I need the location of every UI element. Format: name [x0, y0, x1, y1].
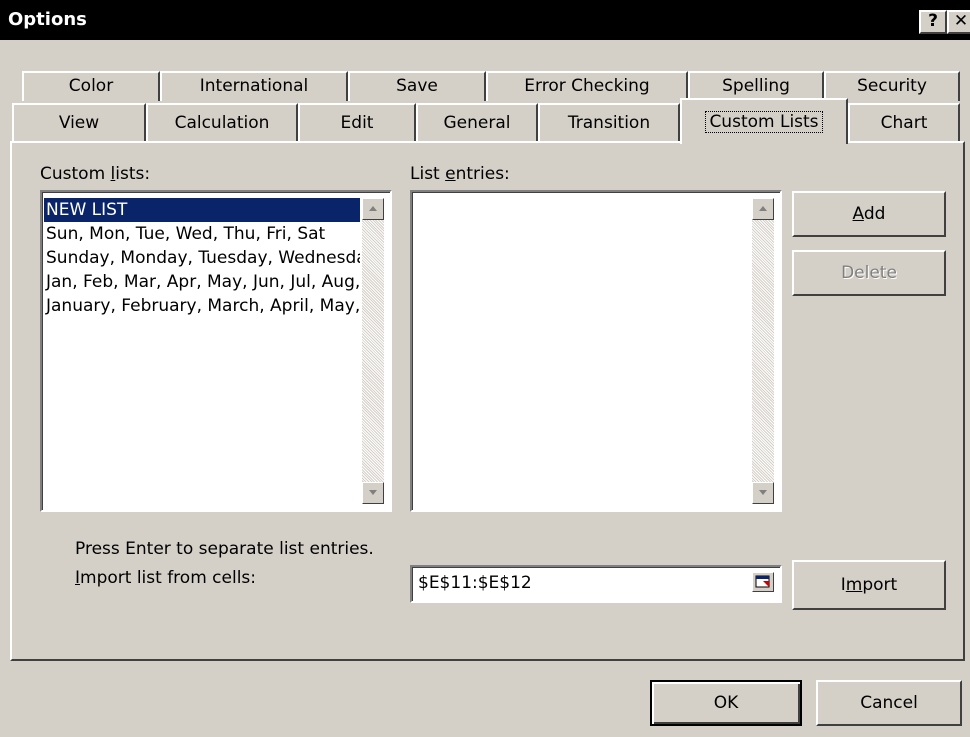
tab-international[interactable]: International	[160, 71, 348, 101]
custom-list-item[interactable]: Sunday, Monday, Tuesday, Wednesday, Thur…	[44, 246, 360, 270]
custom-lists-label-pre: Custom	[40, 164, 111, 184]
range-collapse-icon	[755, 575, 770, 588]
cancel-button[interactable]: Cancel	[816, 680, 962, 726]
tab-view[interactable]: View	[12, 103, 146, 141]
tab-custom-lists-label: Custom Lists	[705, 111, 823, 133]
scroll-down-icon	[369, 490, 377, 495]
scroll-down-icon	[759, 490, 767, 495]
tab-calculation[interactable]: Calculation	[146, 103, 298, 141]
scroll-up-icon	[759, 206, 767, 211]
tab-security[interactable]: Security	[824, 71, 960, 101]
help-button[interactable]: ?	[919, 10, 947, 34]
tab-edit[interactable]: Edit	[298, 103, 416, 141]
custom-list-item[interactable]: January, February, March, April, May, Ju…	[44, 294, 360, 318]
list-entries-label-post: ntries:	[455, 164, 510, 184]
custom-list-item[interactable]: NEW LIST	[44, 198, 360, 222]
title-bar: Options ? ✕	[0, 0, 970, 40]
tab-transition[interactable]: Transition	[538, 103, 680, 141]
custom-list-item[interactable]: Jan, Feb, Mar, Apr, May, Jun, Jul, Aug, …	[44, 270, 360, 294]
tab-color[interactable]: Color	[22, 71, 160, 101]
tab-error-checking[interactable]: Error Checking	[486, 71, 688, 101]
import-cells-input[interactable]: $E$11:$E$12	[410, 565, 782, 603]
scroll-up-button[interactable]	[752, 198, 774, 220]
list-entries-label: List entries:	[410, 164, 510, 184]
scroll-down-button[interactable]	[752, 482, 774, 504]
import-cells-label-rest: mport list from cells:	[80, 568, 257, 588]
list-entries-textarea[interactable]	[410, 190, 782, 512]
custom-lists-label: Custom lists:	[40, 164, 150, 184]
separate-entries-hint: Press Enter to separate list entries.	[75, 539, 374, 559]
tab-custom-lists[interactable]: Custom Lists	[680, 98, 848, 144]
add-button-rest: dd	[863, 204, 886, 224]
add-button-key: A	[852, 204, 864, 224]
import-button-key: m	[845, 575, 863, 595]
list-entries-label-pre: List	[410, 164, 446, 184]
ok-button[interactable]: OK	[650, 680, 802, 726]
collapse-dialog-button[interactable]	[752, 572, 774, 592]
scroll-up-button[interactable]	[362, 198, 384, 220]
custom-list-item[interactable]: Sun, Mon, Tue, Wed, Thu, Fri, Sat	[44, 222, 360, 246]
import-button-post: port	[862, 575, 898, 595]
custom-lists-scrollbar[interactable]	[362, 198, 384, 504]
window-title: Options	[8, 9, 87, 30]
import-cells-label: Import list from cells:	[75, 568, 256, 588]
custom-lists-label-post: ists:	[115, 164, 151, 184]
tab-spelling[interactable]: Spelling	[688, 71, 824, 101]
scroll-down-button[interactable]	[362, 482, 384, 504]
tab-chart[interactable]: Chart	[848, 103, 960, 141]
import-cells-value: $E$11:$E$12	[418, 573, 532, 593]
import-button[interactable]: Import	[792, 560, 946, 610]
list-entries-scrollbar[interactable]	[752, 198, 774, 504]
custom-lists-listbox[interactable]: NEW LIST Sun, Mon, Tue, Wed, Thu, Fri, S…	[40, 190, 392, 512]
tab-general[interactable]: General	[416, 103, 538, 141]
list-entries-label-key: e	[445, 164, 456, 184]
close-button[interactable]: ✕	[947, 10, 970, 34]
scroll-up-icon	[369, 206, 377, 211]
add-button[interactable]: Add	[792, 191, 946, 237]
delete-button[interactable]: Delete	[792, 250, 946, 296]
tab-save[interactable]: Save	[348, 71, 486, 101]
